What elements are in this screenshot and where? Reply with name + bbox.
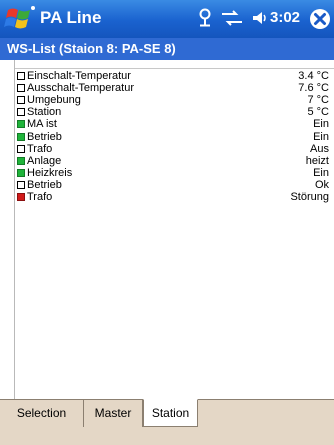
status-indicator-green xyxy=(17,120,25,129)
row-label: Heizkreis xyxy=(27,166,73,179)
row-value: Störung xyxy=(290,191,329,203)
list-row[interactable]: Trafo Aus xyxy=(15,143,334,155)
row-value: Ein xyxy=(313,130,329,143)
status-indicator-empty xyxy=(17,96,25,105)
volume-icon[interactable] xyxy=(252,10,268,26)
status-indicator-empty xyxy=(17,72,25,80)
row-label: Betrieb xyxy=(27,130,62,143)
row-value: heizt xyxy=(305,154,329,167)
status-indicator-empty xyxy=(17,180,25,189)
title-bar: PA Line 3:02 xyxy=(0,0,334,38)
row-label: Trafo xyxy=(27,142,53,155)
status-indicator-red xyxy=(17,193,25,201)
status-list: Einschalt-Temperatur 3.4 °C Ausschalt-Temp… xyxy=(15,68,334,393)
list-row[interactable]: Trafo Störung xyxy=(15,191,334,203)
row-label: MA ist xyxy=(27,118,57,131)
list-row[interactable]: Station 5 °C xyxy=(15,106,334,118)
app-title: PA Line xyxy=(40,8,102,27)
list-row[interactable]: Umgebung 7 °C xyxy=(15,94,334,106)
status-indicator-green xyxy=(17,168,25,177)
list-row[interactable]: Betrieb Ein xyxy=(15,131,334,143)
signal-icon[interactable] xyxy=(220,10,244,26)
status-indicator-green xyxy=(17,156,25,165)
tab-station[interactable]: Station xyxy=(143,399,198,427)
clock[interactable]: 3:02 xyxy=(270,9,300,26)
row-value: 7 °C xyxy=(307,94,329,107)
list-title: WS-List (Staion 8: PA-SE 8) xyxy=(0,38,334,60)
list-row[interactable]: Einschalt-Temperatur 3.4 °C xyxy=(15,70,334,82)
row-label: Umgebung xyxy=(27,94,81,107)
status-list-panel: Einschalt-Temperatur 3.4 °C Ausschalt-Temp… xyxy=(14,60,334,400)
status-indicator-empty xyxy=(17,108,25,117)
connectivity-icon[interactable] xyxy=(196,8,214,28)
status-indicator-green xyxy=(17,132,25,141)
list-row[interactable]: Ausschalt-Temperatur 7.6 °C xyxy=(15,82,334,94)
tab-master[interactable]: Master xyxy=(84,400,143,427)
row-value: Ok xyxy=(314,178,329,191)
row-value: Ein xyxy=(313,118,329,131)
list-row[interactable]: MA ist Ein xyxy=(15,118,334,130)
close-icon[interactable] xyxy=(309,8,331,30)
row-label: Ausschalt-Temperatur xyxy=(27,82,134,95)
row-value: 5 °C xyxy=(307,106,329,119)
row-label: Betrieb xyxy=(27,178,62,191)
row-value: Ein xyxy=(313,166,329,179)
tab-selection[interactable]: Selection xyxy=(0,400,84,427)
row-value: 7.6 °C xyxy=(298,82,329,95)
status-indicator-empty xyxy=(17,84,25,93)
list-row[interactable]: Betrieb Ok xyxy=(15,179,334,191)
row-label: Station xyxy=(27,106,62,119)
row-value: 3.4 °C xyxy=(298,70,329,82)
row-label: Anlage xyxy=(27,154,62,167)
list-row[interactable]: Heizkreis Ein xyxy=(15,167,334,179)
windows-start-flag-icon[interactable] xyxy=(4,4,36,34)
row-value: Aus xyxy=(310,142,329,155)
tab-bar: Selection Master Station xyxy=(0,399,334,445)
row-label: Einschalt-Temperatur xyxy=(27,70,131,82)
status-indicator-empty xyxy=(17,144,25,153)
row-label: Trafo xyxy=(27,191,53,203)
list-row[interactable]: Anlage heizt xyxy=(15,155,334,167)
